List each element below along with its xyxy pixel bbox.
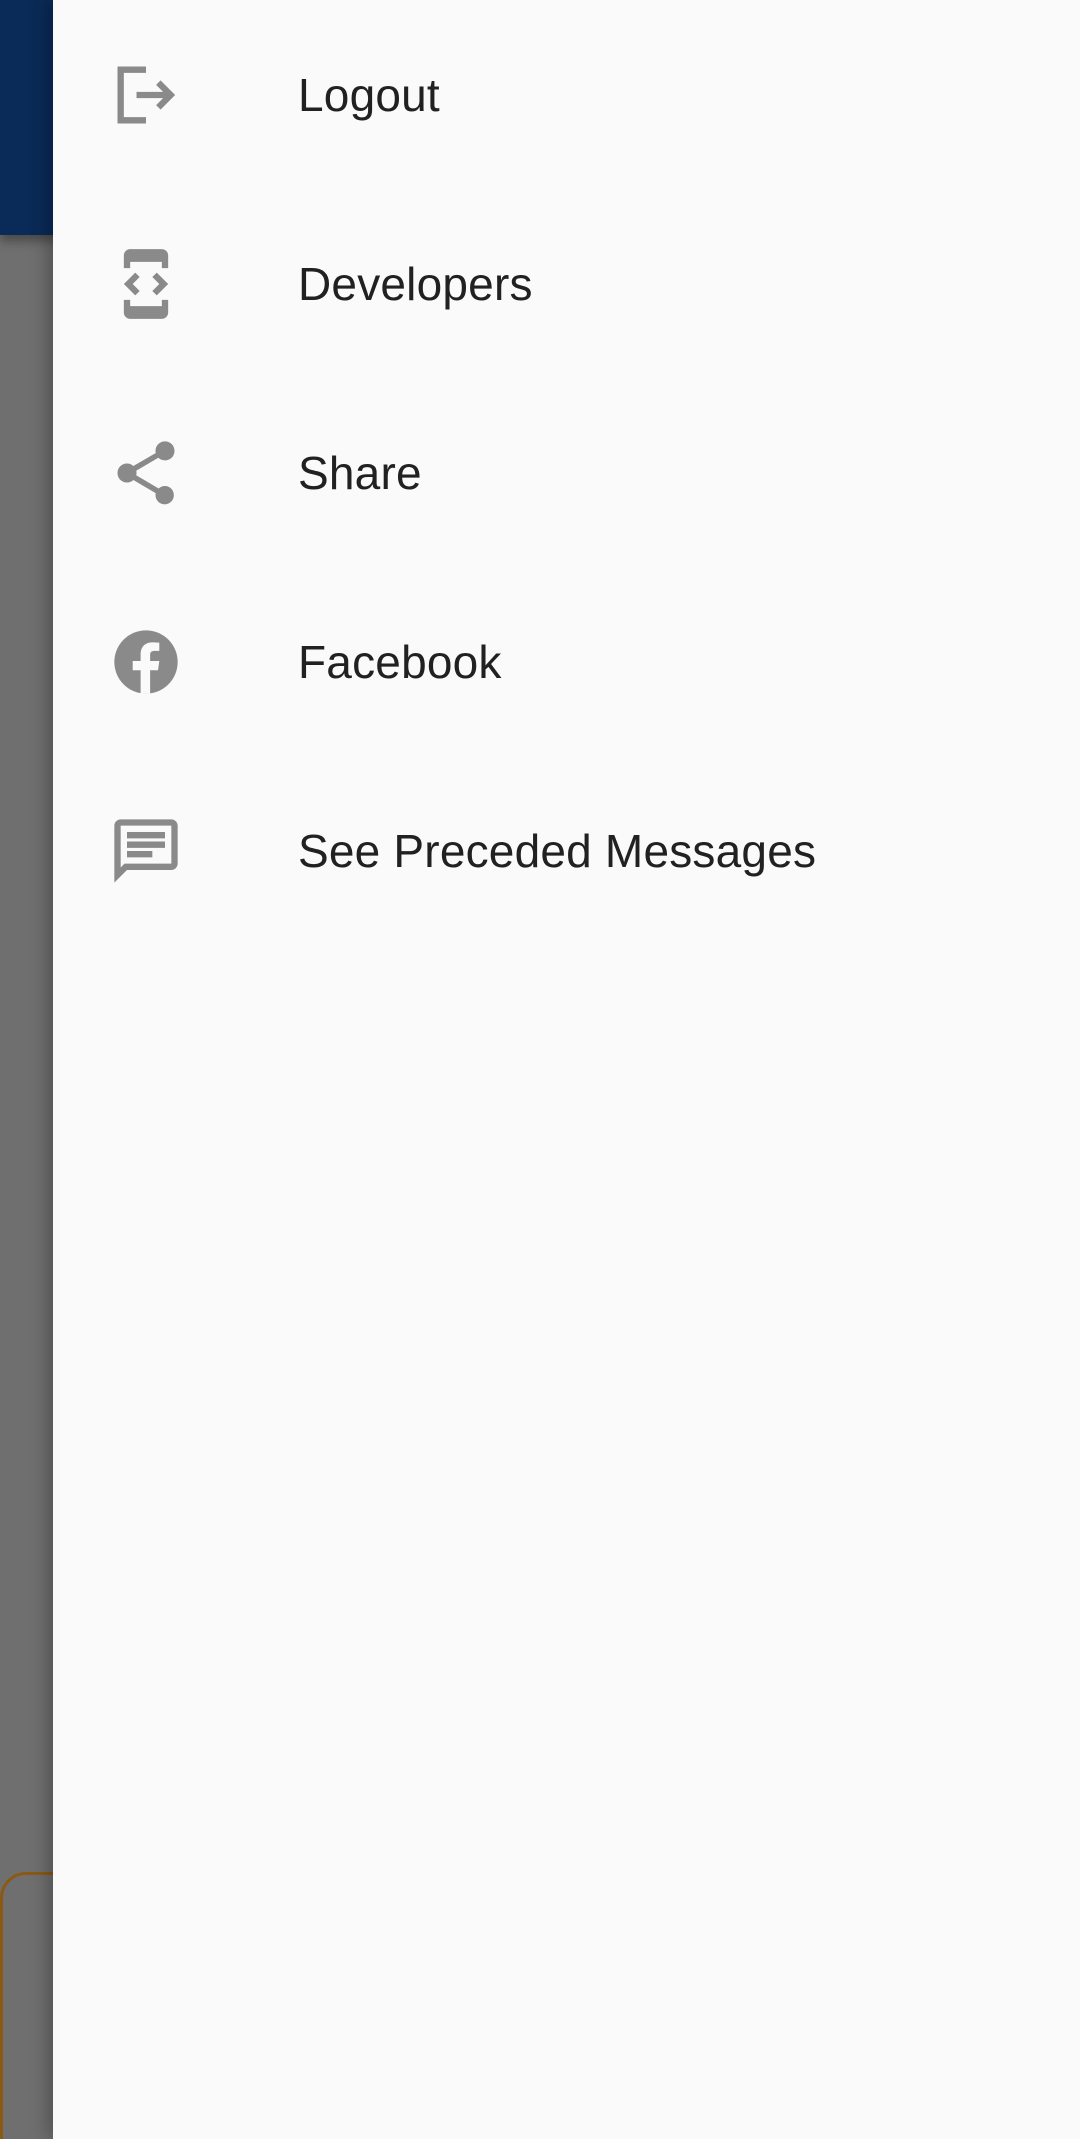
drawer-item-facebook[interactable]: Facebook: [53, 567, 1080, 756]
drawer-item-label: See Preceded Messages: [298, 824, 817, 877]
screen: Logout Developers Share Facebook See Pre…: [0, 0, 1080, 2139]
drawer-item-see-preceded-messages[interactable]: See Preceded Messages: [53, 756, 1080, 945]
drawer-item-label: Developers: [298, 257, 533, 310]
chat-message-icon: [108, 813, 184, 889]
developer-mode-icon: [108, 246, 184, 322]
navigation-drawer: Logout Developers Share Facebook See Pre…: [53, 0, 1080, 2139]
drawer-item-label: Facebook: [298, 635, 502, 688]
drawer-item-label: Share: [298, 446, 422, 499]
drawer-item-logout[interactable]: Logout: [53, 0, 1080, 189]
logout-icon: [108, 57, 184, 133]
drawer-item-share[interactable]: Share: [53, 378, 1080, 567]
drawer-item-developers[interactable]: Developers: [53, 189, 1080, 378]
share-icon: [108, 435, 184, 511]
facebook-icon: [108, 624, 184, 700]
drawer-item-label: Logout: [298, 68, 440, 121]
